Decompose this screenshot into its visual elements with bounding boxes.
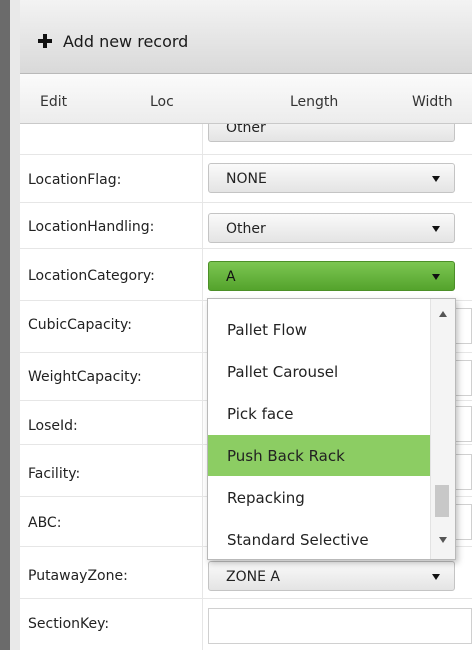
row-divider xyxy=(20,202,472,203)
dropdown-scrollbar[interactable] xyxy=(430,299,455,559)
dropdown-option[interactable]: Pick face xyxy=(208,393,430,434)
cubic-capacity-label: CubicCapacity: xyxy=(28,317,133,333)
location-category-select[interactable]: A xyxy=(208,261,455,291)
location-handling-select[interactable]: Other xyxy=(208,213,455,243)
location-handling-value: Other xyxy=(226,221,266,237)
putaway-zone-label: PutawayZone: xyxy=(28,568,128,584)
dropdown-option[interactable]: Repacking xyxy=(208,477,430,518)
column-header-loc[interactable]: Loc xyxy=(150,94,174,110)
column-header-length[interactable]: Length xyxy=(290,94,338,110)
dropdown-option[interactable]: Standard Selective xyxy=(208,519,430,559)
location-category-dropdown: Pallet Flow Pallet Carousel Pick face Pu… xyxy=(207,298,456,560)
row-divider xyxy=(20,598,472,599)
add-new-record-button[interactable]: Add new record xyxy=(38,28,188,54)
location-type-value: Other xyxy=(226,124,266,136)
dropdown-option-selected[interactable]: Push Back Rack xyxy=(208,435,430,476)
section-key-label: SectionKey: xyxy=(28,616,110,632)
facility-label: Facility: xyxy=(28,466,81,482)
row-divider xyxy=(20,248,472,249)
location-flag-label: LocationFlag: xyxy=(28,172,122,188)
scroll-up-icon[interactable] xyxy=(439,311,447,317)
add-new-record-label: Add new record xyxy=(63,31,189,51)
abc-label: ABC: xyxy=(28,515,62,531)
chevron-down-icon xyxy=(432,274,440,280)
column-header-width[interactable]: Width xyxy=(412,94,453,110)
dropdown-option[interactable]: Pallet Flow xyxy=(208,309,430,350)
scrollbar-thumb[interactable] xyxy=(435,485,449,517)
putaway-zone-value: ZONE A xyxy=(226,569,280,585)
left-gutter xyxy=(0,0,10,650)
location-flag-select[interactable]: NONE xyxy=(208,163,455,193)
section-key-field[interactable] xyxy=(208,608,472,644)
location-flag-value: NONE xyxy=(226,171,267,187)
row-divider xyxy=(20,154,472,155)
left-gutter-panel xyxy=(10,0,20,650)
chevron-down-icon xyxy=(432,226,440,232)
location-category-value: A xyxy=(226,269,236,285)
chevron-down-icon xyxy=(432,574,440,580)
lose-id-label: LoseId: xyxy=(28,418,78,434)
putaway-zone-select[interactable]: ZONE A xyxy=(208,561,455,591)
grid-toolbar: Add new record xyxy=(20,0,472,74)
grid-header-row: Edit Loc Length Width xyxy=(20,74,472,124)
weight-capacity-label: WeightCapacity: xyxy=(28,369,142,385)
scroll-down-icon[interactable] xyxy=(439,537,447,543)
column-header-edit[interactable]: Edit xyxy=(40,94,67,110)
location-category-label: LocationCategory: xyxy=(28,268,155,284)
dropdown-option[interactable]: Pallet Carousel xyxy=(208,351,430,392)
plus-icon xyxy=(38,34,52,48)
location-handling-label: LocationHandling: xyxy=(28,219,155,235)
location-type-select[interactable]: Other xyxy=(208,124,455,142)
chevron-down-icon xyxy=(432,176,440,182)
